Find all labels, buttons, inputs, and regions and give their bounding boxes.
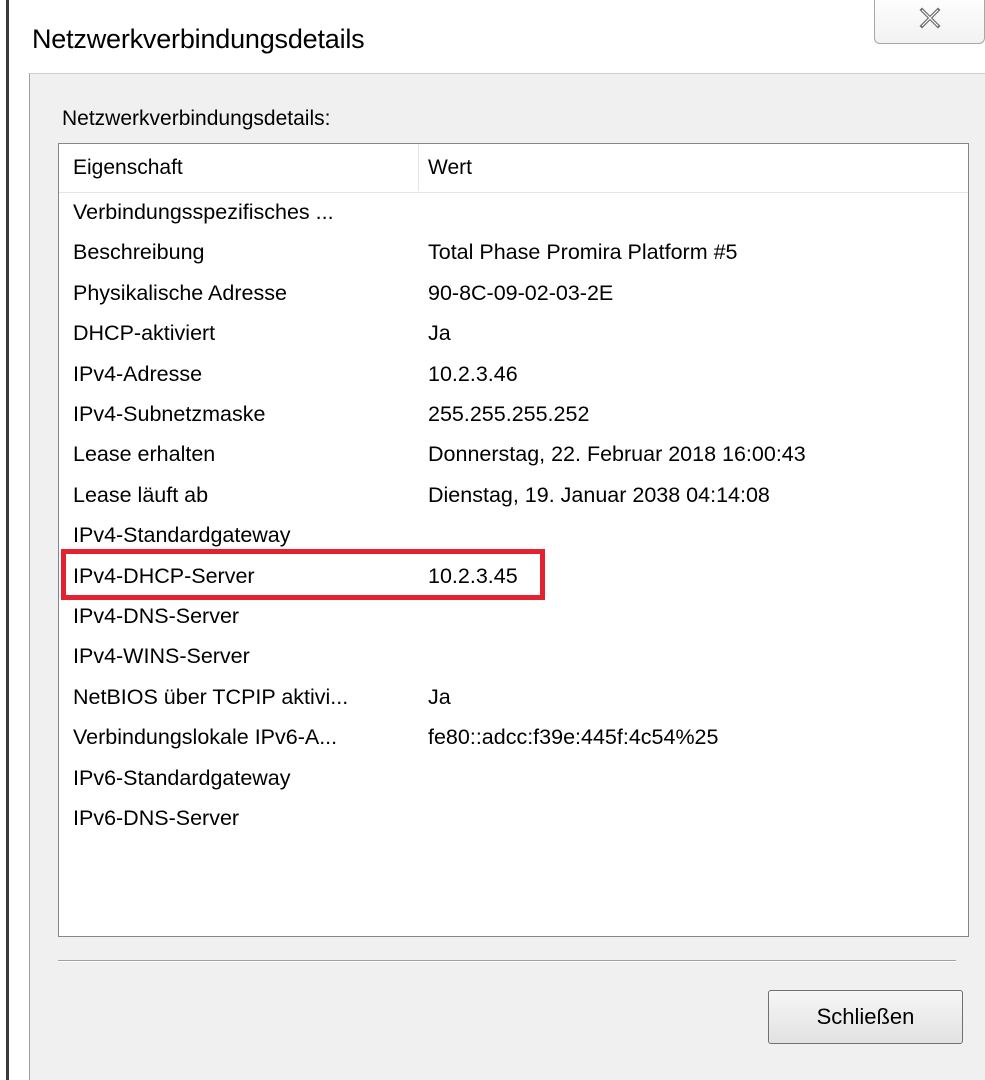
table-row[interactable]: Verbindungsspezifisches ... xyxy=(59,192,968,232)
cell-value: 10.2.3.46 xyxy=(428,361,518,386)
cell-property: IPv4-DNS-Server xyxy=(73,604,240,628)
table-row[interactable]: Physikalische Adresse 90-8C-09-02-03-2E xyxy=(59,273,968,313)
dialog-window: Netzwerkverbindungsdetails Netzwerkverbi… xyxy=(0,0,985,1080)
list-header: Eigenschaft Wert xyxy=(59,144,968,193)
highlight-annotation xyxy=(61,549,545,600)
table-row[interactable]: Lease erhalten Donnerstag, 22. Februar 20… xyxy=(59,434,968,474)
details-list[interactable]: Eigenschaft Wert Verbindungsspezifisches… xyxy=(58,143,969,937)
cell-value: Donnerstag, 22. Februar 2018 16:00:43 xyxy=(428,442,806,467)
cell-value: Dienstag, 19. Januar 2038 04:14:08 xyxy=(428,482,770,507)
table-row[interactable]: IPv6-DNS-Server xyxy=(59,798,968,838)
cell-property: IPv6-Standardgateway xyxy=(73,765,291,790)
table-row[interactable]: Beschreibung Total Phase Promira Platform… xyxy=(59,232,968,272)
cell-value: Ja xyxy=(428,321,451,346)
window-title: Netzwerkverbindungsdetails xyxy=(32,24,365,54)
cell-property: IPv4-WINS-Server xyxy=(73,644,250,669)
table-row[interactable]: IPv6-Standardgateway xyxy=(59,758,968,798)
cell-property: IPv6-DNS-Server xyxy=(73,806,240,830)
details-group-label: Netzwerkverbindungsdetails: xyxy=(62,107,331,130)
cell-property: NetBIOS über TCPIP aktivi... xyxy=(73,684,349,709)
column-separator[interactable] xyxy=(418,144,419,191)
cell-property: IPv4-Subnetzmaske xyxy=(73,402,266,426)
divider-line xyxy=(58,960,956,962)
close-button[interactable]: Schließen xyxy=(768,990,963,1044)
cell-property: Verbindungsspezifisches ... xyxy=(73,200,334,224)
cell-value: 90-8C-09-02-03-2E xyxy=(428,280,614,305)
cell-property: Lease läuft ab xyxy=(73,482,209,507)
table-row[interactable]: IPv4-DNS-Server xyxy=(59,596,968,636)
table-row[interactable]: Lease läuft ab Dienstag, 19. Januar 2038 … xyxy=(59,475,968,515)
cell-property: IPv4-Standardgateway xyxy=(73,523,291,548)
table-row[interactable]: IPv4-Subnetzmaske 255.255.255.252 xyxy=(59,394,968,434)
column-header-value[interactable]: Wert xyxy=(428,156,472,180)
column-header-property[interactable]: Eigenschaft xyxy=(73,156,183,180)
cell-property: DHCP-aktiviert xyxy=(73,321,216,346)
cell-property: IPv4-Adresse xyxy=(73,361,203,386)
window-frame-edge xyxy=(0,0,9,1080)
cell-value: Ja xyxy=(428,684,451,709)
close-icon xyxy=(919,7,941,29)
window-close-button[interactable] xyxy=(874,0,985,44)
cell-property: Beschreibung xyxy=(73,240,205,265)
cell-value: fe80::adcc:f39e:445f:4c54%25 xyxy=(428,725,719,750)
table-row[interactable]: DHCP-aktiviert Ja xyxy=(59,313,968,353)
cell-property: Verbindungslokale IPv6-A... xyxy=(73,725,338,750)
cell-value: 255.255.255.252 xyxy=(428,402,590,426)
cell-property: Lease erhalten xyxy=(73,442,216,467)
cell-value: Total Phase Promira Platform #5 xyxy=(428,240,738,265)
cell-property: Physikalische Adresse xyxy=(73,280,287,305)
table-row[interactable]: Verbindungslokale IPv6-A... fe80::adcc:f3… xyxy=(59,717,968,757)
table-row[interactable]: NetBIOS über TCPIP aktivi... Ja xyxy=(59,677,968,717)
table-row[interactable]: IPv4-Adresse 10.2.3.46 xyxy=(59,354,968,394)
table-row[interactable]: IPv4-WINS-Server xyxy=(59,636,968,676)
